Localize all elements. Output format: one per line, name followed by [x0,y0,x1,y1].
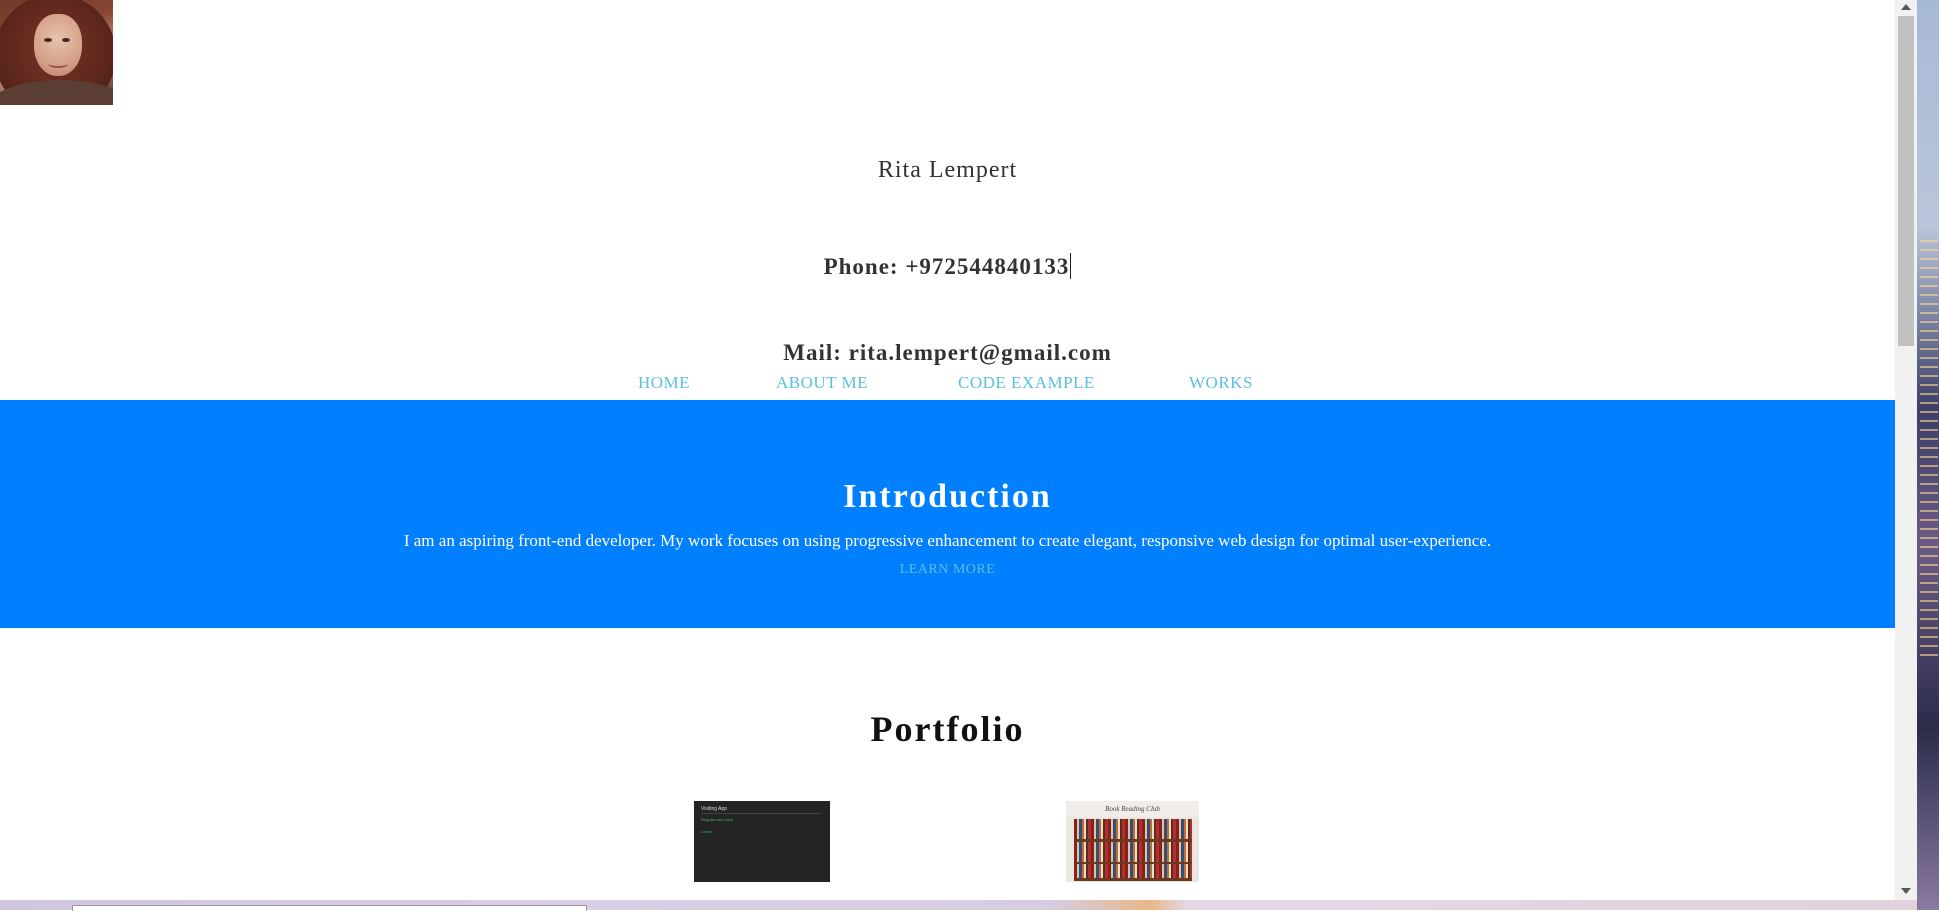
taskbar-search-field[interactable] [72,905,587,911]
thumb-book-header: Book Reading Club [1105,805,1160,813]
intro-title: Introduction [843,478,1052,515]
main-nav: HOME ABOUT ME CODE EXAMPLE WORKS [0,373,1895,395]
intro-text: I am an aspiring front-end developer. My… [403,531,1492,550]
phone-text[interactable]: Phone: +972544840133 [0,253,1895,280]
scrollbar-thumb[interactable] [1898,16,1914,346]
nav-works[interactable]: WORKS [1189,373,1253,393]
nav-code-example[interactable]: CODE EXAMPLE [958,373,1095,393]
web-page: Rita Lempert Phone: +972544840133 Mail: … [0,0,1895,900]
scroll-down-arrow-icon[interactable] [1901,888,1911,894]
learn-more-link[interactable]: LEARN MORE [0,562,1895,578]
nav-home[interactable]: HOME [638,373,690,393]
text-caret [1070,253,1072,279]
phone-value: Phone: +972544840133 [823,254,1070,279]
portfolio-item-visiting-app[interactable]: Visiting App Regular user view Lorem [694,801,830,882]
wallpaper-lights [1920,240,1938,660]
thumb-app-title: Visiting App [701,806,728,812]
vertical-scrollbar[interactable] [1895,0,1917,910]
portfolio-title: Portfolio [870,709,1025,749]
profile-photo [0,0,113,105]
portfolio-item-book-club[interactable]: Book Reading Club [1066,801,1199,882]
intro-section: Introduction I am an aspiring front-end … [0,400,1895,628]
thumb-app-line1: Regular user view [701,817,734,822]
scroll-up-arrow-icon[interactable] [1901,4,1911,10]
profile-name: Rita Lempert [877,157,1018,183]
mail-text: Mail: rita.lempert@gmail.com [783,340,1112,365]
nav-about-me[interactable]: ABOUT ME [776,373,868,393]
thumb-app-line2: Lorem [701,829,713,834]
